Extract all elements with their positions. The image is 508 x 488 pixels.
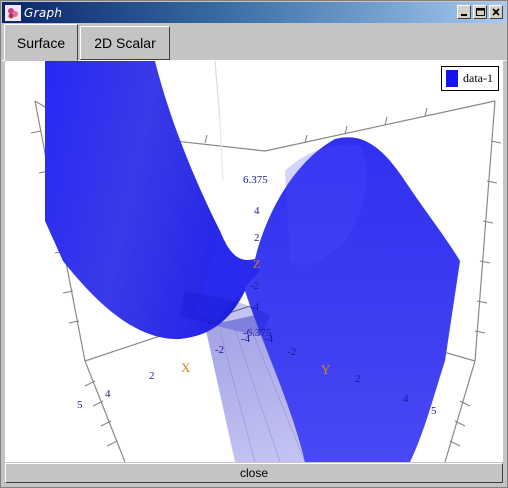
title-bar[interactable]: Graph bbox=[2, 2, 506, 23]
z-tick-label: 4 bbox=[254, 205, 260, 217]
surface-plot[interactable]: Z X Y 6.375 4 2 -2 -4 -6.375 -2 -4 2 4 5… bbox=[5, 61, 503, 462]
legend-swatch bbox=[446, 70, 458, 87]
close-window-button[interactable] bbox=[489, 5, 503, 19]
z-axis-label: Z bbox=[253, 257, 260, 271]
window-controls bbox=[457, 5, 503, 19]
tab-2d-scalar-label: 2D Scalar bbox=[94, 35, 156, 51]
surface-plot-canvas[interactable]: Z X Y 6.375 4 2 -2 -4 -6.375 -2 -4 2 4 5… bbox=[5, 61, 503, 462]
minimize-icon bbox=[461, 14, 467, 16]
window-title: Graph bbox=[24, 5, 63, 20]
tab-surface-label: Surface bbox=[16, 34, 66, 51]
y-axis-label: Y bbox=[321, 362, 331, 377]
close-button[interactable]: close bbox=[5, 463, 503, 483]
x-axis-label: X bbox=[181, 360, 191, 375]
z-tick-label: 2 bbox=[254, 232, 260, 244]
y-tick-label: 4 bbox=[403, 393, 409, 405]
x-tick-label: -4 bbox=[241, 333, 251, 345]
app-icon bbox=[5, 4, 21, 21]
close-icon bbox=[492, 8, 500, 16]
x-tick-label: 5 bbox=[77, 399, 83, 411]
y-tick-label: -2 bbox=[287, 346, 296, 358]
y-tick-label: -4 bbox=[264, 333, 274, 345]
maximize-icon bbox=[476, 8, 485, 16]
y-tick-label: 2 bbox=[355, 373, 361, 385]
tab-2d-scalar[interactable]: 2D Scalar bbox=[80, 26, 170, 60]
tab-bar: Surface 2D Scalar bbox=[2, 23, 506, 61]
z-tick-label: -4 bbox=[250, 301, 260, 313]
tab-surface[interactable]: Surface bbox=[4, 24, 78, 61]
graph-window: Graph Surface 2D Scalar Z X Y 6.375 4 2 … bbox=[0, 0, 508, 488]
bottom-bar: close bbox=[5, 462, 503, 483]
legend: data-1 bbox=[441, 66, 499, 91]
x-tick-label: -2 bbox=[215, 344, 224, 356]
z-tick-label: 6.375 bbox=[243, 174, 268, 186]
close-button-label: close bbox=[239, 466, 268, 480]
y-tick-label: 5 bbox=[431, 405, 437, 417]
minimize-button[interactable] bbox=[457, 5, 471, 19]
x-tick-label: 4 bbox=[105, 388, 111, 400]
x-tick-label: 2 bbox=[149, 370, 155, 382]
z-tick-label: -2 bbox=[250, 280, 259, 292]
maximize-button[interactable] bbox=[473, 5, 487, 19]
legend-label: data-1 bbox=[463, 71, 493, 85]
